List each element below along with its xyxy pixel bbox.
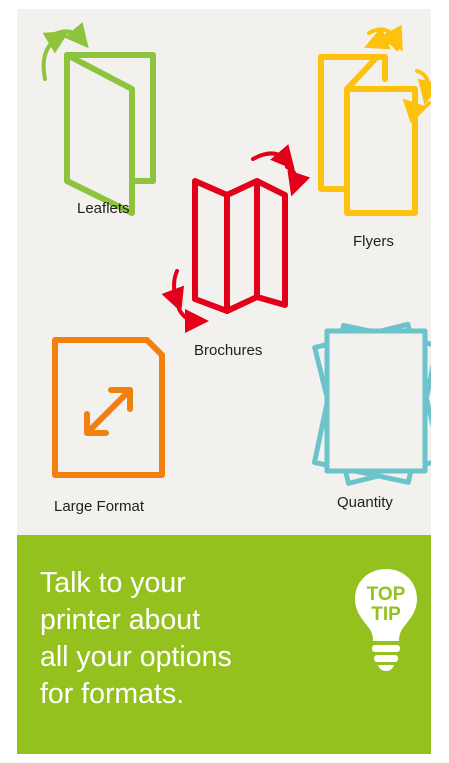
tip-line: all your options xyxy=(40,641,232,673)
brochures-icon xyxy=(161,144,311,333)
tip-line: printer about xyxy=(40,604,201,636)
print-formats-infographic: Leaflets Flyers Brochures Large Format Q… xyxy=(17,9,431,754)
leaflets-label: Leaflets xyxy=(77,200,130,217)
tip-message: Talk to your printer about all your opti… xyxy=(40,565,340,713)
top-tip-badge-line2: TIP xyxy=(371,604,401,625)
quantity-label: Quantity xyxy=(337,494,393,511)
top-tip-badge-line1: TOP xyxy=(366,584,406,605)
quantity-icon xyxy=(311,321,431,486)
flyers-icon xyxy=(318,24,431,216)
large-format-label: Large Format xyxy=(54,498,145,515)
brochures-label: Brochures xyxy=(194,342,263,359)
tip-line: for formats. xyxy=(40,678,185,710)
tip-line: Talk to your xyxy=(40,567,186,599)
format-icons xyxy=(41,22,431,486)
top-tip-banner: Talk to your printer about all your opti… xyxy=(17,535,431,754)
flyers-label: Flyers xyxy=(353,233,394,250)
formats-panel: Leaflets Flyers Brochures Large Format Q… xyxy=(17,9,431,535)
large-format-icon xyxy=(52,337,165,478)
leaflets-icon xyxy=(41,22,156,216)
